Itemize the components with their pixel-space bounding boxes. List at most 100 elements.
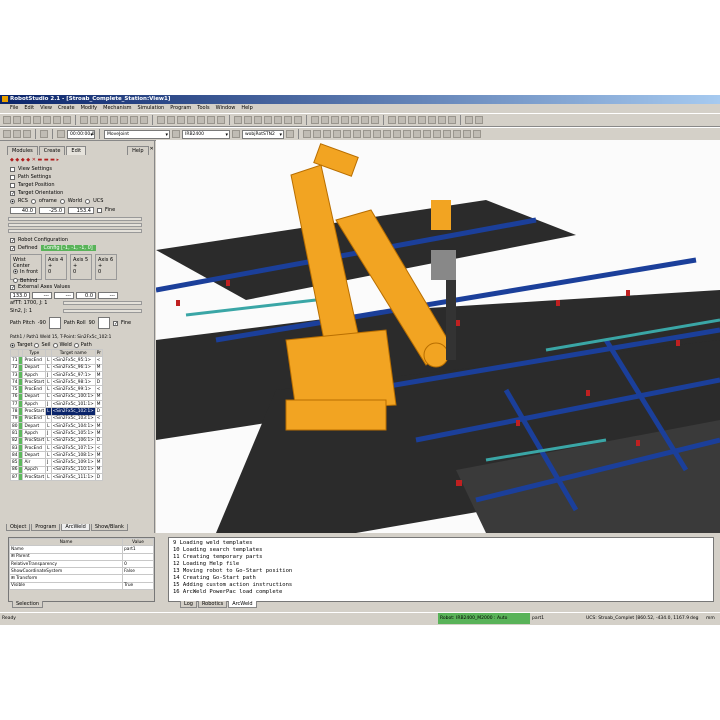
toolbar-button[interactable] [351, 116, 359, 124]
col-type[interactable]: Type [22, 349, 47, 358]
toolbar-button[interactable] [284, 116, 292, 124]
toolbar-button[interactable] [475, 116, 483, 124]
table-row[interactable]: 74 ProcStart L <Sin2Fx5c_98:1> D [9, 378, 104, 387]
toolbar-button[interactable] [43, 116, 51, 124]
help-button[interactable]: Help [127, 146, 149, 155]
orientation-y-field[interactable]: -25.0 [39, 206, 65, 214]
toolbar-button[interactable] [286, 130, 294, 138]
table-row[interactable]: 76 Depart L <Sin2Fx5c_100:1> M [9, 392, 104, 402]
toolbar-button[interactable] [23, 116, 31, 124]
seil-radio[interactable] [34, 342, 40, 348]
toolbar-button[interactable] [33, 116, 41, 124]
table-row[interactable]: 81 Appch J <Sin2Fx5c_105:1> M [9, 429, 104, 438]
table-row[interactable]: 86 Appch J <Sin2Fx5c_110:1> M [9, 465, 104, 475]
table-row[interactable]: 73 Appch J <Sin2Fx5c_97:1> M [9, 370, 104, 380]
toolbar-button[interactable] [423, 130, 431, 138]
tab-selection[interactable]: Selection [12, 601, 44, 608]
toolbar-button[interactable] [172, 130, 180, 138]
fine-checkbox[interactable] [97, 207, 102, 213]
table-row[interactable]: 71 ProcEnd L <Sin2Fx5c_95:1> < [9, 356, 104, 365]
menu-help[interactable]: Help [241, 104, 252, 113]
toolbar-button[interactable] [465, 116, 473, 124]
ext-axis-field[interactable]: 133.0 [10, 291, 30, 299]
defined-checkbox[interactable] [10, 245, 15, 251]
toolbar-button[interactable] [23, 130, 31, 138]
toolbar-button[interactable] [3, 116, 11, 124]
path-settings-checkbox[interactable] [10, 174, 15, 180]
behind-radio[interactable] [13, 278, 18, 283]
tool-icons[interactable]: ◆ ◆ ◆ ◆ ✕ ▬ ▬ ▬ ▸ [10, 157, 59, 163]
3d-viewport[interactable] [156, 140, 720, 533]
toolbar-button[interactable] [388, 116, 396, 124]
toolbar-button[interactable] [264, 116, 272, 124]
oframe-radio[interactable] [30, 198, 36, 204]
path-roll-field[interactable] [97, 317, 110, 329]
toolbar-button[interactable] [80, 116, 88, 124]
menu-create[interactable]: Create [58, 104, 75, 113]
table-row[interactable]: 72 Depart L <Sin2Fx5c_96:1> M [9, 363, 104, 372]
axis4-zero[interactable]: 0 [48, 269, 64, 275]
toolbar-button[interactable] [167, 116, 175, 124]
toolbar-button[interactable] [90, 116, 98, 124]
target-radio[interactable] [10, 342, 15, 348]
station-scene[interactable] [156, 140, 720, 533]
toolbar-button[interactable] [140, 116, 148, 124]
toolbar-button[interactable] [383, 130, 391, 138]
property-row[interactable]: Visible True [8, 581, 154, 591]
menu-mechanism[interactable]: Mechanism [103, 104, 131, 113]
toolbar-button[interactable] [473, 130, 481, 138]
col-pr[interactable]: Pr [94, 349, 104, 358]
menu-tools[interactable]: Tools [197, 104, 209, 113]
time-field[interactable]: 00:00:00.0 [67, 129, 95, 139]
toolbar-button[interactable] [197, 116, 205, 124]
toolbar-button[interactable] [13, 116, 21, 124]
toolbar-button[interactable] [361, 116, 369, 124]
toolbar-button[interactable] [234, 116, 242, 124]
toolbar-button[interactable] [3, 130, 11, 138]
target-position-checkbox[interactable] [10, 182, 15, 188]
toolbar-button[interactable] [371, 116, 379, 124]
table-row[interactable]: 75 ProcEnd L <Sin2Fx5c_99:1> < [9, 385, 104, 394]
toolbar-button[interactable] [244, 116, 252, 124]
toolbar-button[interactable] [187, 116, 195, 124]
toolbar-button[interactable] [321, 116, 329, 124]
fine-checkbox-2[interactable] [112, 320, 118, 326]
motion-type-select[interactable]: MoveJoint [104, 129, 170, 139]
robot-select[interactable]: IRB2400 [182, 129, 230, 139]
toolbar-button[interactable] [341, 116, 349, 124]
col-target-name[interactable]: Target name [50, 349, 96, 358]
property-row[interactable]: ⊞ Parent [8, 552, 154, 561]
orientation-slider[interactable] [8, 223, 142, 227]
toolbar-button[interactable] [323, 130, 331, 138]
tab-program[interactable]: Program [31, 524, 61, 531]
tab-robotics[interactable]: Robotics [197, 601, 228, 608]
toolbar-button[interactable] [177, 116, 185, 124]
table-row[interactable]: 85 Air J <Sin2Fx5c_109:1> M [9, 458, 104, 467]
orientation-x-field[interactable]: 40.0 [10, 206, 36, 214]
toolbar-button[interactable] [110, 116, 118, 124]
tab-log[interactable]: Log [180, 601, 197, 608]
toolbar-button[interactable] [433, 130, 441, 138]
toolbar-button[interactable] [393, 130, 401, 138]
path-radio[interactable] [73, 342, 79, 348]
property-row[interactable]: ⊞ Transform [8, 574, 154, 583]
toolbar-button[interactable] [254, 116, 262, 124]
toolbar-button[interactable] [313, 130, 321, 138]
toolbar-button[interactable] [448, 116, 456, 124]
tab-object[interactable]: Object [6, 524, 31, 531]
table-row[interactable]: 78 ProcStart L <Sin2Fx5c_102:1> D [9, 407, 104, 416]
toolbar-button[interactable] [333, 130, 341, 138]
menu-simulation[interactable]: Simulation [138, 104, 165, 113]
toolbar-button[interactable] [373, 130, 381, 138]
toolbar-button[interactable] [303, 130, 311, 138]
ucs-radio[interactable] [85, 198, 91, 204]
orientation-slider[interactable] [8, 229, 142, 233]
menu-view[interactable]: View [40, 104, 52, 113]
toolbar-button[interactable] [343, 130, 351, 138]
toolbar-button[interactable] [443, 130, 451, 138]
menu-edit[interactable]: Edit [24, 104, 34, 113]
toolbar-button[interactable] [363, 130, 371, 138]
axis6-zero[interactable]: 0 [98, 269, 114, 275]
toolbar-button[interactable] [438, 116, 446, 124]
workobject-select[interactable]: wobjRotSTN2 [242, 129, 284, 139]
